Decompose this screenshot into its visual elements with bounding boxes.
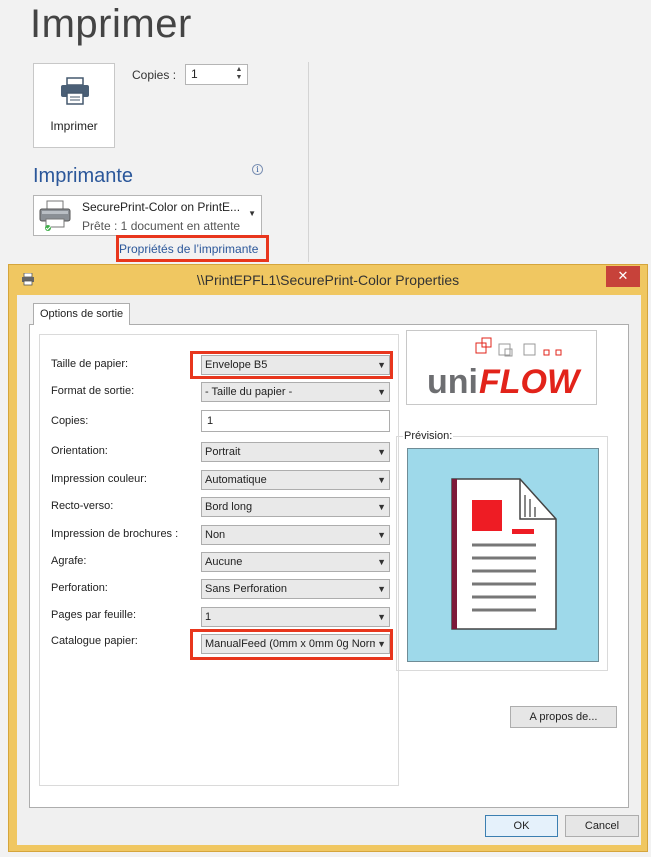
print-button[interactable]: Imprimer <box>33 63 115 148</box>
chevron-down-icon: ▼ <box>375 584 386 594</box>
orientation-value: Portrait <box>205 446 241 458</box>
printer-select[interactable]: SecurePrint-Color on PrintE... Prête : 1… <box>33 195 262 236</box>
printer-icon <box>60 77 90 110</box>
copies-stepper[interactable]: 1 ▲ ▼ <box>185 64 248 85</box>
chevron-down-icon: ▼ <box>375 612 386 622</box>
dialog-title: \\PrintEPFL1\SecurePrint-Color Propertie… <box>196 272 460 288</box>
info-icon[interactable]: i <box>252 164 263 175</box>
chevron-down-icon: ▼ <box>248 209 256 218</box>
document-preview-icon <box>408 478 600 667</box>
chevron-down-icon: ▼ <box>375 557 386 567</box>
about-button[interactable]: A propos de... <box>510 706 617 728</box>
punch-label: Perforation: <box>51 582 108 594</box>
staple-select[interactable]: Aucune ▼ <box>201 552 390 572</box>
copies-input[interactable]: 1 <box>201 410 390 432</box>
printer-properties-link[interactable]: Propriétés de l’imprimante <box>116 235 269 262</box>
duplex-select[interactable]: Bord long ▼ <box>201 497 390 517</box>
chevron-down-icon: ▼ <box>375 502 386 512</box>
output-format-label: Format de sortie: <box>51 385 135 397</box>
color-printing-select[interactable]: Automatique ▼ <box>201 470 390 490</box>
logo-text-uni: uni <box>427 363 478 401</box>
booklet-value: Non <box>205 529 226 541</box>
preview-area <box>407 448 599 662</box>
pages-per-sheet-select[interactable]: 1 ▼ <box>201 607 390 627</box>
staple-label: Agrafe: <box>51 555 87 567</box>
output-format-value: - Taille du papier - <box>205 386 293 398</box>
pages-per-sheet-label: Pages par feuille: <box>51 609 136 621</box>
booklet-select[interactable]: Non ▼ <box>201 525 390 545</box>
ok-button[interactable]: OK <box>485 815 558 837</box>
color-printing-label: Impression couleur: <box>51 473 147 485</box>
cancel-button[interactable]: Cancel <box>565 815 639 837</box>
spin-up-icon[interactable]: ▲ <box>233 66 245 74</box>
preview-group: Prévision: <box>396 430 608 671</box>
booklet-label: Impression de brochures : <box>51 528 179 540</box>
copies-label: Copies : <box>132 68 177 82</box>
paper-catalog-select[interactable]: ManualFeed (0mm x 0mm 0g Norma ▼ <box>201 634 390 654</box>
settings-group: Taille de papier: Envelope B5 ▼ Format de… <box>39 334 399 786</box>
logo-text-flow: FLOW <box>479 363 582 401</box>
staple-value: Aucune <box>205 556 243 568</box>
chevron-down-icon: ▼ <box>375 475 386 485</box>
chevron-down-icon: ▼ <box>375 447 386 457</box>
copies-label: Copies: <box>51 415 89 427</box>
printer-name: SecurePrint-Color on PrintE... <box>82 200 241 214</box>
printer-section-title: Imprimante <box>33 165 134 187</box>
dialog-titlebar[interactable]: \\PrintEPFL1\SecurePrint-Color Propertie… <box>9 265 647 295</box>
duplex-label: Recto-verso: <box>51 500 114 512</box>
spin-down-icon[interactable]: ▼ <box>233 74 245 82</box>
copies-value: 1 <box>191 67 198 81</box>
preview-label: Prévision: <box>403 430 454 442</box>
orientation-label: Orientation: <box>51 445 108 457</box>
color-printing-value: Automatique <box>205 474 267 486</box>
printer-icon <box>38 199 74 238</box>
page-title: Imprimer <box>30 2 192 46</box>
paper-catalog-label: Catalogue papier: <box>51 635 138 647</box>
tab-output-options[interactable]: Options de sortie <box>33 303 131 325</box>
dialog-body: Options de sortie Taille de papier: Enve… <box>17 295 641 845</box>
print-button-label: Imprimer <box>50 119 98 133</box>
close-icon: ✕ <box>617 268 629 283</box>
chevron-down-icon: ▼ <box>375 360 386 370</box>
orientation-select[interactable]: Portrait ▼ <box>201 442 390 462</box>
chevron-down-icon: ▼ <box>375 530 386 540</box>
printer-status: Prête : 1 document en attente <box>82 219 241 233</box>
chevron-down-icon: ▼ <box>375 639 386 649</box>
uniflow-logo: uni FLOW <box>406 330 597 405</box>
paper-catalog-value: ManualFeed (0mm x 0mm 0g Norma <box>205 638 385 650</box>
duplex-value: Bord long <box>205 501 253 513</box>
punch-value: Sans Perforation <box>205 583 287 595</box>
paper-size-value: Envelope B5 <box>205 359 268 371</box>
chevron-down-icon: ▼ <box>375 387 386 397</box>
close-button[interactable]: ✕ <box>606 266 640 287</box>
divider <box>308 62 309 262</box>
tab-panel: Taille de papier: Envelope B5 ▼ Format de… <box>29 324 629 808</box>
printer-properties-dialog: \\PrintEPFL1\SecurePrint-Color Propertie… <box>8 264 648 852</box>
paper-size-label: Taille de papier: <box>51 358 129 370</box>
paper-size-select[interactable]: Envelope B5 ▼ <box>201 355 390 375</box>
output-format-select[interactable]: - Taille du papier - ▼ <box>201 382 390 402</box>
pages-per-sheet-value: 1 <box>205 611 212 623</box>
punch-select[interactable]: Sans Perforation ▼ <box>201 579 390 599</box>
